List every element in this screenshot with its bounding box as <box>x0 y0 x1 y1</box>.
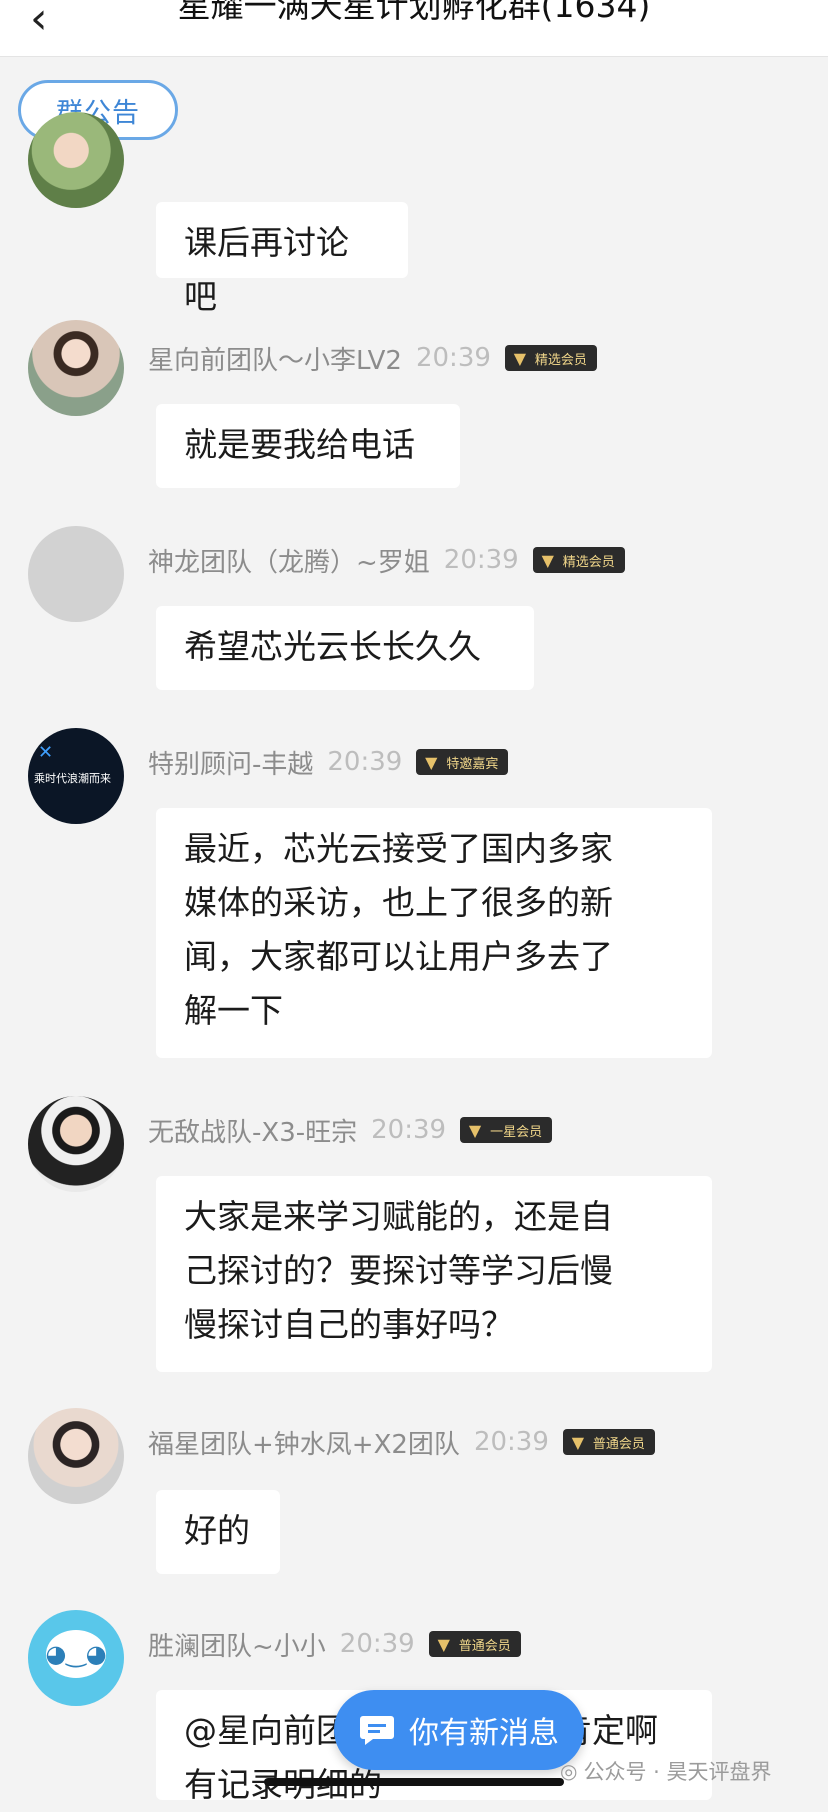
group-title: 星耀一满天星计划孵化群(1634) <box>177 0 651 25</box>
message-bubble[interactable]: 希望芯光云长长久久 <box>156 606 534 690</box>
watermark: ◎ 公众号 · 昊天评盘界 <box>560 1759 772 1784</box>
timestamp: 20:39 <box>327 747 403 777</box>
timestamp: 20:39 <box>473 1427 549 1457</box>
new-message-button[interactable]: 你有新消息 <box>334 1690 584 1770</box>
timestamp: 20:39 <box>371 1115 447 1145</box>
message-line: 慢探讨自己的事好吗？ <box>184 1305 514 1344</box>
avatar-text: 乘时代浪潮而来 <box>34 772 111 785</box>
avatar[interactable] <box>28 526 124 622</box>
sender-name: 星向前团队～小李LV2 <box>148 345 402 376</box>
avatar[interactable] <box>28 1096 124 1192</box>
message-line: 解一下 <box>184 991 283 1030</box>
message-bubble[interactable]: 好的 <box>156 1490 280 1574</box>
message-line: 最近，芯光云接受了国内多家 <box>184 829 613 868</box>
message-bubble[interactable]: 就是要我给电话 <box>156 404 460 488</box>
new-message-label: 你有新消息 <box>409 1716 559 1751</box>
x-logo-icon: ✕ <box>38 742 54 763</box>
timestamp: 20:39 <box>339 1629 415 1659</box>
avatar[interactable] <box>28 320 124 416</box>
timestamp: 20:39 <box>415 343 491 373</box>
home-indicator <box>264 1778 564 1786</box>
sender-name: 胜澜团队~小小 <box>148 1631 326 1662</box>
avatar[interactable] <box>28 112 124 208</box>
chevron-down-icon: ▼ <box>571 1432 585 1452</box>
member-badge: ▼ 精选会员 <box>504 345 597 371</box>
avatar[interactable]: ✕ 乘时代浪潮而来 <box>28 728 124 824</box>
chevron-down-icon: ▼ <box>468 1120 482 1140</box>
avatar[interactable] <box>28 1408 124 1504</box>
message-bubble[interactable]: 大家是来学习赋能的，还是自 己探讨的？要探讨等学习后慢 慢探讨自己的事好吗？ <box>156 1176 712 1372</box>
message-line: 闻，大家都可以让用户多去了 <box>184 937 613 976</box>
chevron-down-icon: ▼ <box>425 752 438 772</box>
timestamp: 20:39 <box>443 545 519 575</box>
message-line: 己探讨的？要探讨等学习后慢 <box>184 1251 613 1290</box>
member-badge: ▼ 普通会员 <box>428 1631 521 1657</box>
member-badge: ▼ 一星会员 <box>460 1117 553 1143</box>
sender-name: 无敌战队-X3-旺宗 <box>148 1117 358 1148</box>
sender-name: 福星团队+钟水凤+X2团队 <box>148 1429 460 1460</box>
message-bubble[interactable]: 最近，芯光云接受了国内多家 媒体的采访，也上了很多的新 闻，大家都可以让用户多去… <box>156 808 712 1058</box>
sender-name: 特别顾问-丰越 <box>148 749 314 780</box>
message-bubble[interactable]: 课后再讨论吧 <box>156 202 408 316</box>
chevron-down-icon: ▼ <box>541 550 554 570</box>
chevron-down-icon: ▼ <box>437 1634 450 1654</box>
avatar[interactable]: ◕‿◕ <box>28 1610 124 1706</box>
member-badge: ▼ 特邀嘉宾 <box>416 749 509 775</box>
top-bar: ‹ 星耀一满天星计划孵化群(1634) <box>0 0 828 57</box>
message-line: 大家是来学习赋能的，还是自 <box>184 1197 613 1236</box>
member-badge: ▼ 精选会员 <box>532 547 625 573</box>
chevron-down-icon: ▼ <box>513 348 527 368</box>
message-line: 媒体的采访，也上了很多的新 <box>184 883 613 922</box>
robot-face-icon: ◕‿◕ <box>45 1630 107 1678</box>
chat-bubble-icon <box>360 1716 394 1745</box>
member-badge: ▼ 普通会员 <box>562 1429 655 1455</box>
sender-name: 神龙团队（龙腾）~罗姐 <box>148 547 430 578</box>
